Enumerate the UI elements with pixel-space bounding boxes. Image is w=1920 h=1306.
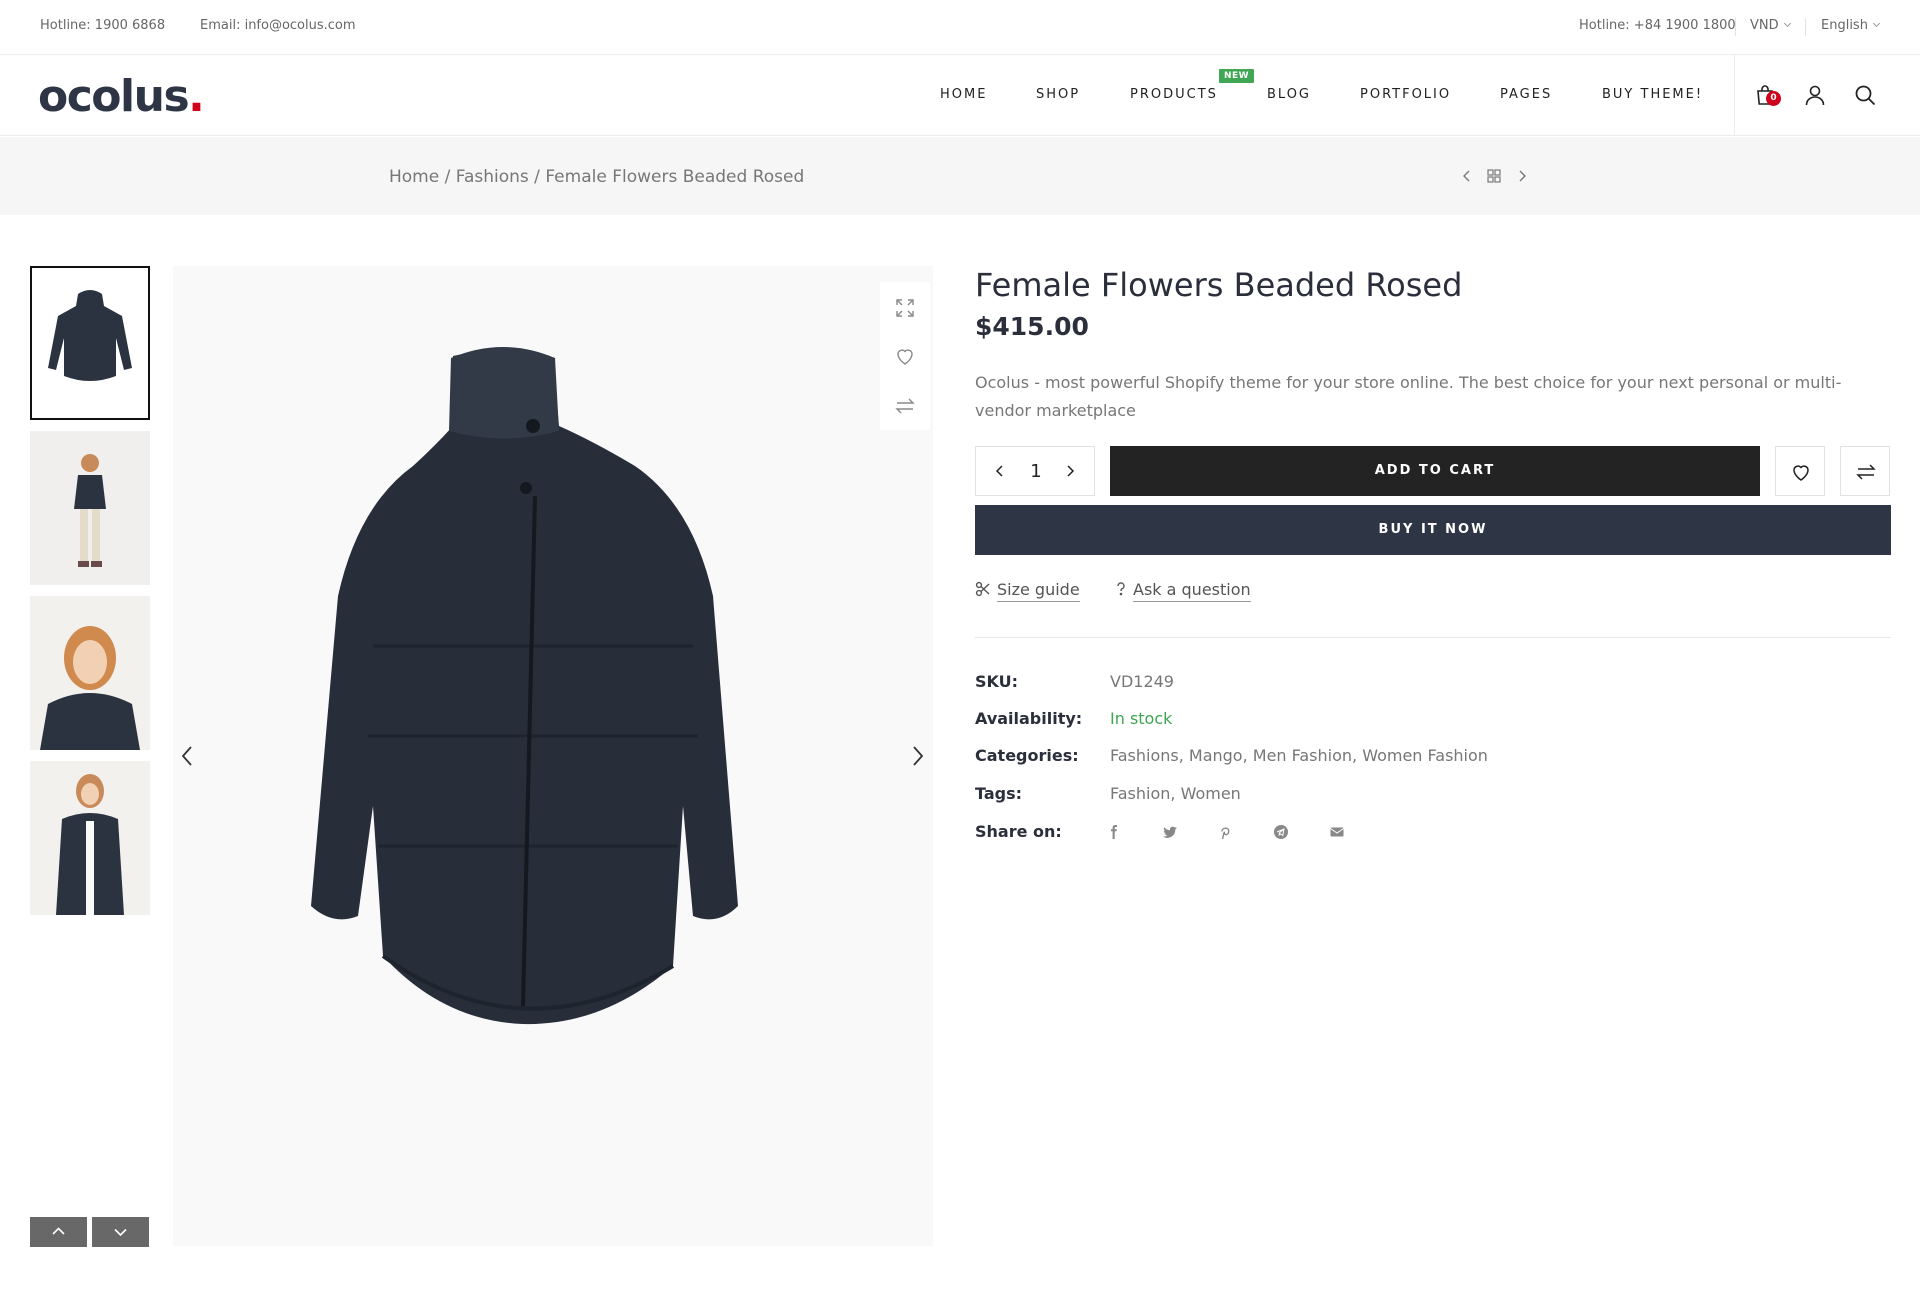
wishlist-button[interactable] — [1775, 446, 1825, 496]
grid-icon[interactable] — [1486, 168, 1502, 184]
main-product-image[interactable] — [173, 266, 933, 1246]
logo-dot: . — [188, 71, 205, 122]
heart-icon — [1793, 465, 1809, 481]
thumbnail-model-closeup[interactable] — [30, 596, 150, 750]
nav-products[interactable]: PRODUCTS — [1130, 87, 1218, 102]
tags-value[interactable]: Fashion, Women — [1110, 784, 1241, 803]
cart-count-badge: 0 — [1766, 91, 1781, 106]
search-icon[interactable] — [1853, 83, 1877, 107]
thumbnail-model-front[interactable] — [30, 761, 150, 915]
nav-shop[interactable]: SHOP — [1036, 87, 1080, 102]
nav-home[interactable]: HOME — [940, 87, 987, 102]
currency-label: VND — [1750, 18, 1779, 33]
size-guide-link[interactable]: Size guide — [975, 580, 1080, 602]
currency-select[interactable]: VND — [1750, 18, 1791, 33]
logo[interactable]: ocolus. — [38, 71, 205, 122]
compare-button[interactable] — [1840, 446, 1890, 496]
categories-value[interactable]: Fashions, Mango, Men Fashion, Women Fash… — [1110, 746, 1488, 765]
breadcrumb-category[interactable]: Fashions — [456, 167, 529, 187]
image-prev-arrow[interactable] — [178, 744, 198, 768]
divider — [1735, 18, 1736, 36]
breadcrumb-separator: / — [439, 167, 456, 187]
compare-icon[interactable] — [893, 394, 917, 418]
size-guide-label: Size guide — [997, 580, 1080, 602]
expand-icon[interactable] — [893, 296, 917, 320]
quantity-stepper: 1 — [975, 446, 1095, 496]
telegram-icon[interactable] — [1273, 824, 1289, 840]
top-bar: Hotline: 1900 6868 Email: info@ocolus.co… — [0, 0, 1920, 55]
facebook-icon[interactable] — [1106, 824, 1122, 840]
email-icon[interactable] — [1329, 824, 1345, 840]
question-icon — [1117, 582, 1125, 596]
ask-question-label: Ask a question — [1133, 580, 1251, 602]
availability-value: In stock — [1110, 709, 1173, 728]
ask-question-link[interactable]: Ask a question — [1115, 580, 1251, 602]
email-link[interactable]: Email: info@ocolus.com — [200, 18, 356, 33]
compare-icon — [1856, 464, 1876, 480]
main-header: ocolus. HOME SHOP PRODUCTS NEW BLOG PORT… — [0, 55, 1920, 136]
categories-label: Categories: — [975, 746, 1079, 765]
thumbnail-model-side[interactable] — [30, 431, 150, 585]
product-price: $415.00 — [975, 312, 1089, 341]
language-label: English — [1821, 18, 1868, 33]
quantity-value[interactable]: 1 — [1021, 461, 1051, 482]
sku-label: SKU: — [975, 672, 1019, 691]
breadcrumb-bar: Home / Fashions / Female Flowers Beaded … — [0, 137, 1920, 215]
nav-pages[interactable]: PAGES — [1500, 87, 1552, 102]
thumbnail-up-button[interactable] — [30, 1217, 87, 1247]
nav-blog[interactable]: BLOG — [1267, 87, 1311, 102]
thumbnail-down-button[interactable] — [92, 1217, 149, 1247]
quantity-increase-icon[interactable] — [1062, 463, 1078, 479]
product-description: Ocolus - most powerful Shopify theme for… — [975, 373, 1842, 420]
product-title: Female Flowers Beaded Rosed — [975, 266, 1463, 304]
user-icon[interactable] — [1803, 83, 1827, 107]
chevron-down-icon — [1783, 19, 1791, 28]
availability-label: Availability: — [975, 709, 1083, 728]
chevron-down-icon — [1872, 19, 1880, 28]
pinterest-icon[interactable] — [1217, 824, 1233, 840]
twitter-icon[interactable] — [1162, 824, 1178, 840]
logo-text: ocolus — [38, 71, 190, 122]
hotline-right: Hotline: +84 1900 1800 — [1579, 18, 1736, 33]
divider — [1805, 18, 1806, 36]
breadcrumb-home[interactable]: Home — [389, 167, 439, 187]
breadcrumb-current: Female Flowers Beaded Rosed — [545, 167, 805, 187]
breadcrumb: Home / Fashions / Female Flowers Beaded … — [389, 167, 804, 187]
hotline-left: Hotline: 1900 6868 — [40, 18, 166, 33]
image-tools — [880, 282, 930, 430]
thumbnail-jacket[interactable] — [30, 266, 150, 420]
wishlist-heart-icon[interactable] — [893, 344, 917, 368]
nav-buy-theme[interactable]: BUY THEME! — [1602, 87, 1703, 102]
breadcrumb-separator: / — [528, 167, 546, 187]
prev-product-icon[interactable] — [1459, 168, 1475, 184]
sku-value: VD1249 — [1110, 672, 1174, 691]
nav-portfolio[interactable]: PORTFOLIO — [1360, 87, 1451, 102]
scissors-icon — [975, 581, 990, 597]
buy-it-now-button[interactable]: BUY IT NOW — [975, 505, 1891, 555]
header-divider — [1734, 55, 1735, 136]
share-label: Share on: — [975, 822, 1062, 841]
tags-label: Tags: — [975, 784, 1023, 803]
quantity-decrease-icon[interactable] — [992, 463, 1008, 479]
section-divider — [975, 637, 1891, 638]
image-next-arrow[interactable] — [907, 744, 927, 768]
add-to-cart-button[interactable]: ADD TO CART — [1110, 446, 1760, 496]
next-product-icon[interactable] — [1514, 168, 1530, 184]
language-select[interactable]: English — [1821, 18, 1880, 33]
new-badge: NEW — [1219, 69, 1255, 83]
